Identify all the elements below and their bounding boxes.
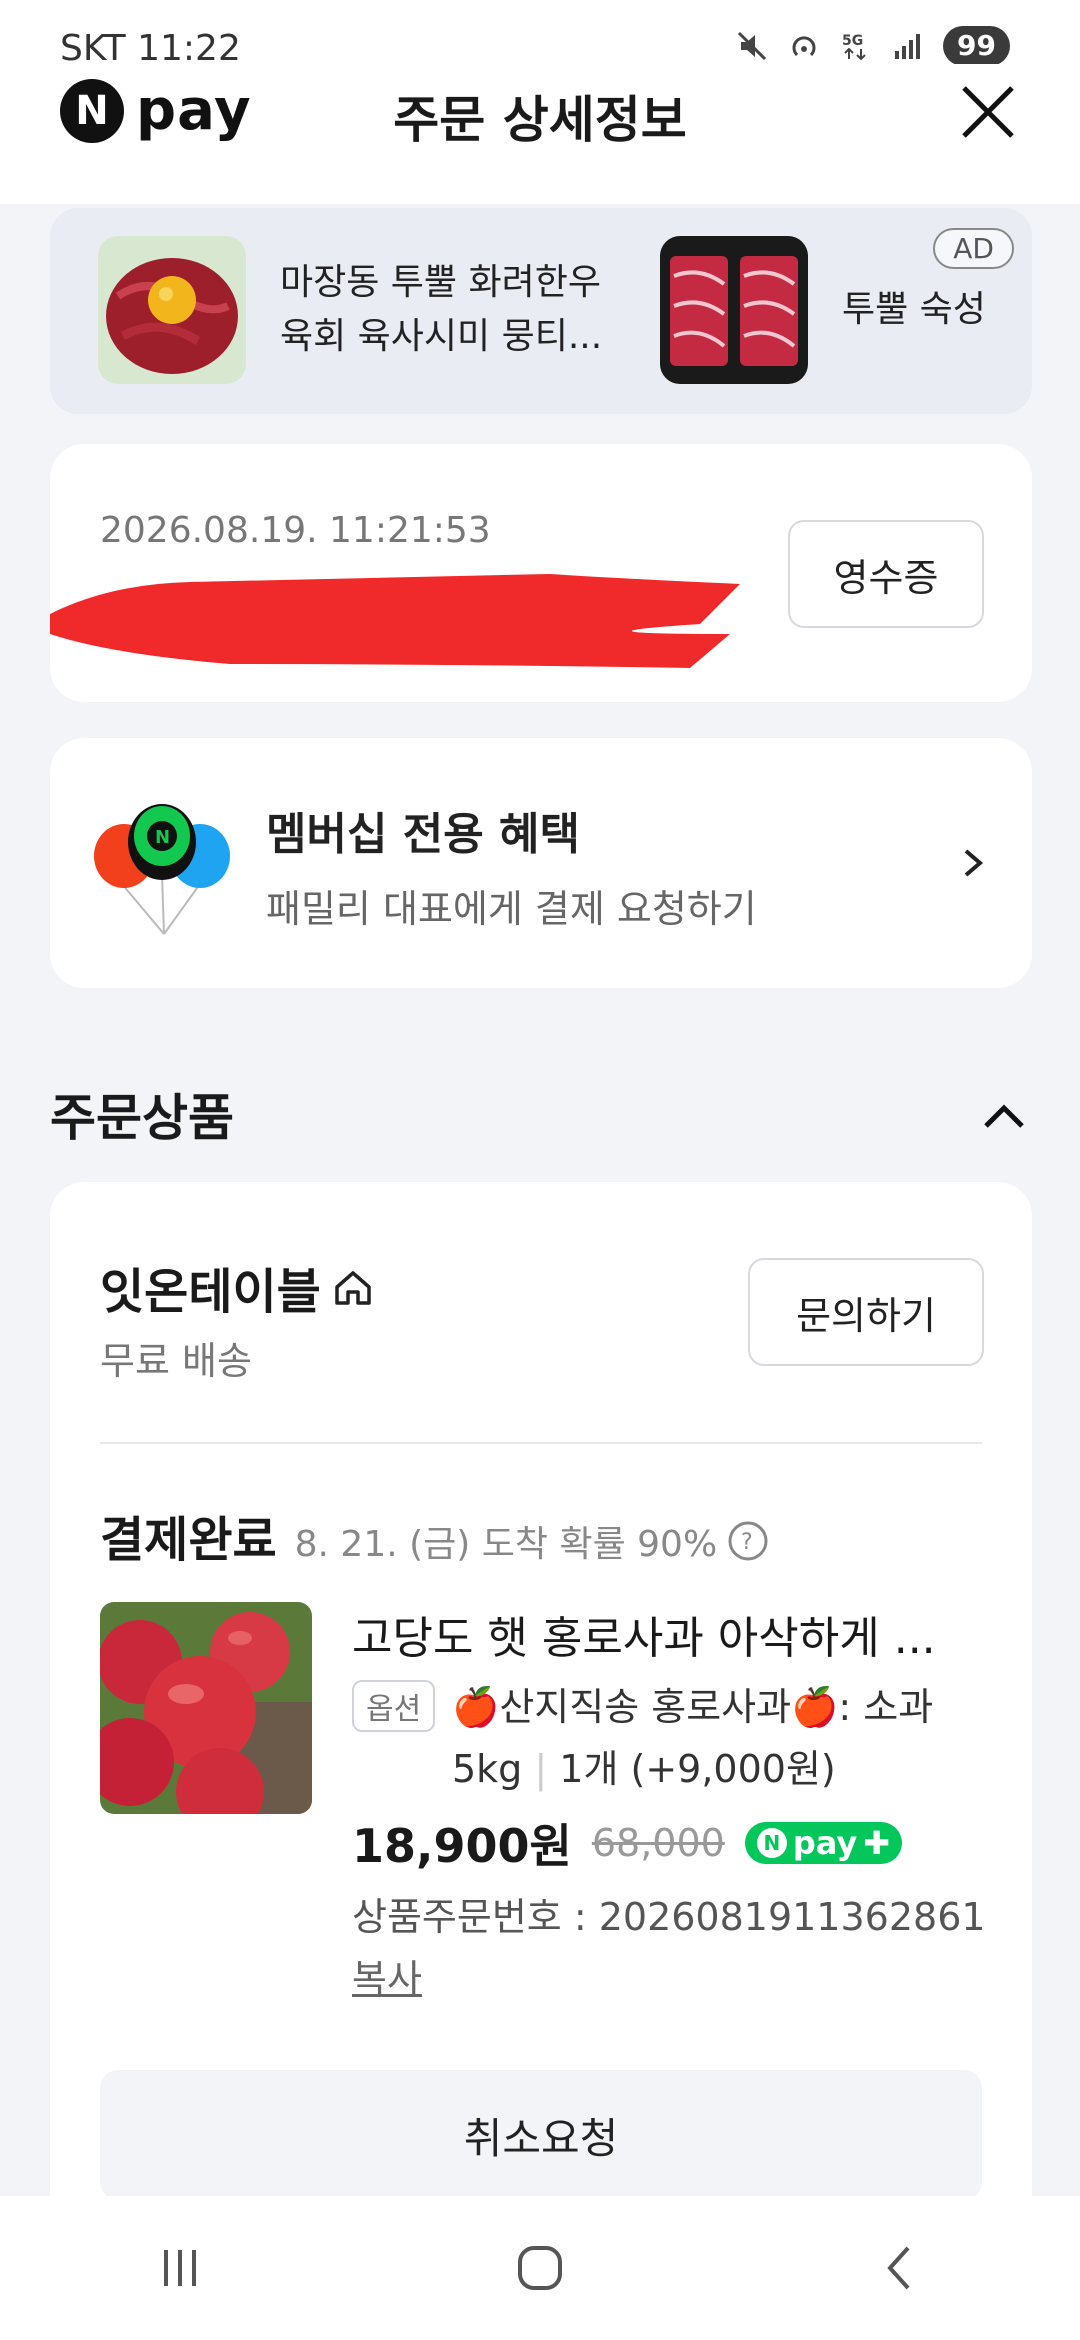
delivery-estimate: 8. 21. (금) 도착 확률 90% ? xyxy=(295,1515,770,1567)
app-header: N pay 주문 상세정보 xyxy=(0,64,1080,204)
chevron-right-icon xyxy=(964,849,984,877)
back-button[interactable] xyxy=(855,2223,945,2313)
5g-icon: 5G xyxy=(842,33,866,61)
option-quantity: 1개 (+9,000원) xyxy=(559,1747,836,1791)
beef-yukhoe-image xyxy=(98,236,246,384)
balloons-icon: N xyxy=(94,804,230,935)
mute-icon xyxy=(737,31,767,61)
membership-card[interactable]: N 멤버십 전용 혜택 패밀리 대표에게 결제 요청하기 xyxy=(50,738,1032,988)
shop-name[interactable]: 잇온테이블 xyxy=(100,1252,375,1322)
beef-package-image xyxy=(660,236,808,384)
product-order-number: 상품주문번호 : 2026081911362861 복사 xyxy=(352,1886,1012,2010)
membership-subtitle: 패밀리 대표에게 결제 요청하기 xyxy=(266,887,757,931)
cancel-request-button[interactable]: 취소요청 xyxy=(100,2070,982,2200)
npay-plus-badge: N pay ✚ xyxy=(744,1822,902,1864)
close-icon[interactable] xyxy=(952,76,1024,148)
product-name[interactable]: 고당도 햇 홍로사과 아삭하게 ... xyxy=(352,1602,992,1666)
divider xyxy=(100,1442,982,1444)
receipt-button[interactable]: 영수증 xyxy=(788,520,984,628)
svg-text:5G: 5G xyxy=(842,33,863,49)
option-text: 🍎산지직송 홍로사과🍎: 소과 5kg | 1개 (+9,000원) xyxy=(452,1685,934,1791)
order-info-card: 2026.08.19. 11:21:53 영수증 xyxy=(50,444,1032,702)
ad-item-title: 투뿔 숙성 심 안심 ... xyxy=(842,289,982,330)
option-badge: 옵션 xyxy=(352,1680,436,1732)
recent-apps-icon xyxy=(164,2250,196,2286)
home-circle-icon xyxy=(518,2246,562,2290)
order-number-text: 상품주문번호 : 2026081911362861 xyxy=(352,1895,986,1939)
price-row: 18,900원 68,000 N pay ✚ xyxy=(352,1810,902,1876)
carrier-time: SKT 11:22 xyxy=(60,28,241,69)
order-status-row: 결제완료 8. 21. (금) 도착 확률 90% ? xyxy=(100,1500,769,1570)
hotspot-icon xyxy=(792,36,816,57)
original-price: 68,000 xyxy=(591,1821,725,1865)
recent-apps-button[interactable] xyxy=(135,2223,225,2313)
svg-text:?: ? xyxy=(741,1530,753,1555)
price: 18,900원 xyxy=(352,1819,572,1873)
chevron-up-icon[interactable] xyxy=(978,1090,1030,1142)
membership-title: 멤버십 전용 혜택 xyxy=(266,809,580,860)
signal-icon xyxy=(895,34,921,59)
product-image[interactable] xyxy=(100,1602,312,1814)
ad-item[interactable]: 투뿔 숙성 심 안심 ... xyxy=(660,236,982,384)
npay-n-icon: N xyxy=(756,1828,787,1858)
svg-text:N: N xyxy=(155,827,170,848)
inquiry-button[interactable]: 문의하기 xyxy=(748,1258,984,1366)
order-status: 결제완료 xyxy=(100,1512,277,1568)
page-title: 주문 상세정보 xyxy=(393,91,687,149)
npay-badge-text: pay xyxy=(792,1824,858,1862)
copy-link[interactable]: 복사 xyxy=(352,1957,422,2001)
shop-name-text: 잇온테이블 xyxy=(100,1264,321,1320)
delivery-estimate-text: 8. 21. (금) 도착 확률 90% xyxy=(294,1524,718,1565)
back-icon xyxy=(887,2246,910,2290)
ad-banner[interactable]: 마장동 투뿔 화려한우 육회 육사시미 뭉티... 투뿔 숙성 심 안심 ...… xyxy=(50,208,1032,414)
product-card: 잇온테이블 무료 배송 문의하기 결제완료 8. 21. (금) 도착 확률 9… xyxy=(50,1182,1032,2212)
order-products-title: 주문상품 xyxy=(50,1089,234,1147)
ad-item-title: 마장동 투뿔 화려한우 육회 육사시미 뭉티... xyxy=(280,262,603,357)
ad-badge: AD xyxy=(933,228,1014,269)
system-navbar xyxy=(0,2196,1080,2340)
home-button[interactable] xyxy=(495,2223,585,2313)
shipping-info: 무료 배송 xyxy=(100,1339,252,1383)
status-icons: 5G 99 xyxy=(735,26,1010,66)
plus-icon: ✚ xyxy=(863,1824,890,1862)
redaction-scribble xyxy=(50,574,740,668)
battery-indicator: 99 xyxy=(943,26,1010,66)
ad-item[interactable]: 마장동 투뿔 화려한우 육회 육사시미 뭉티... xyxy=(98,236,610,384)
home-icon xyxy=(335,1271,371,1305)
order-datetime: 2026.08.19. 11:21:53 xyxy=(100,510,491,551)
help-icon[interactable]: ? xyxy=(727,1520,769,1562)
